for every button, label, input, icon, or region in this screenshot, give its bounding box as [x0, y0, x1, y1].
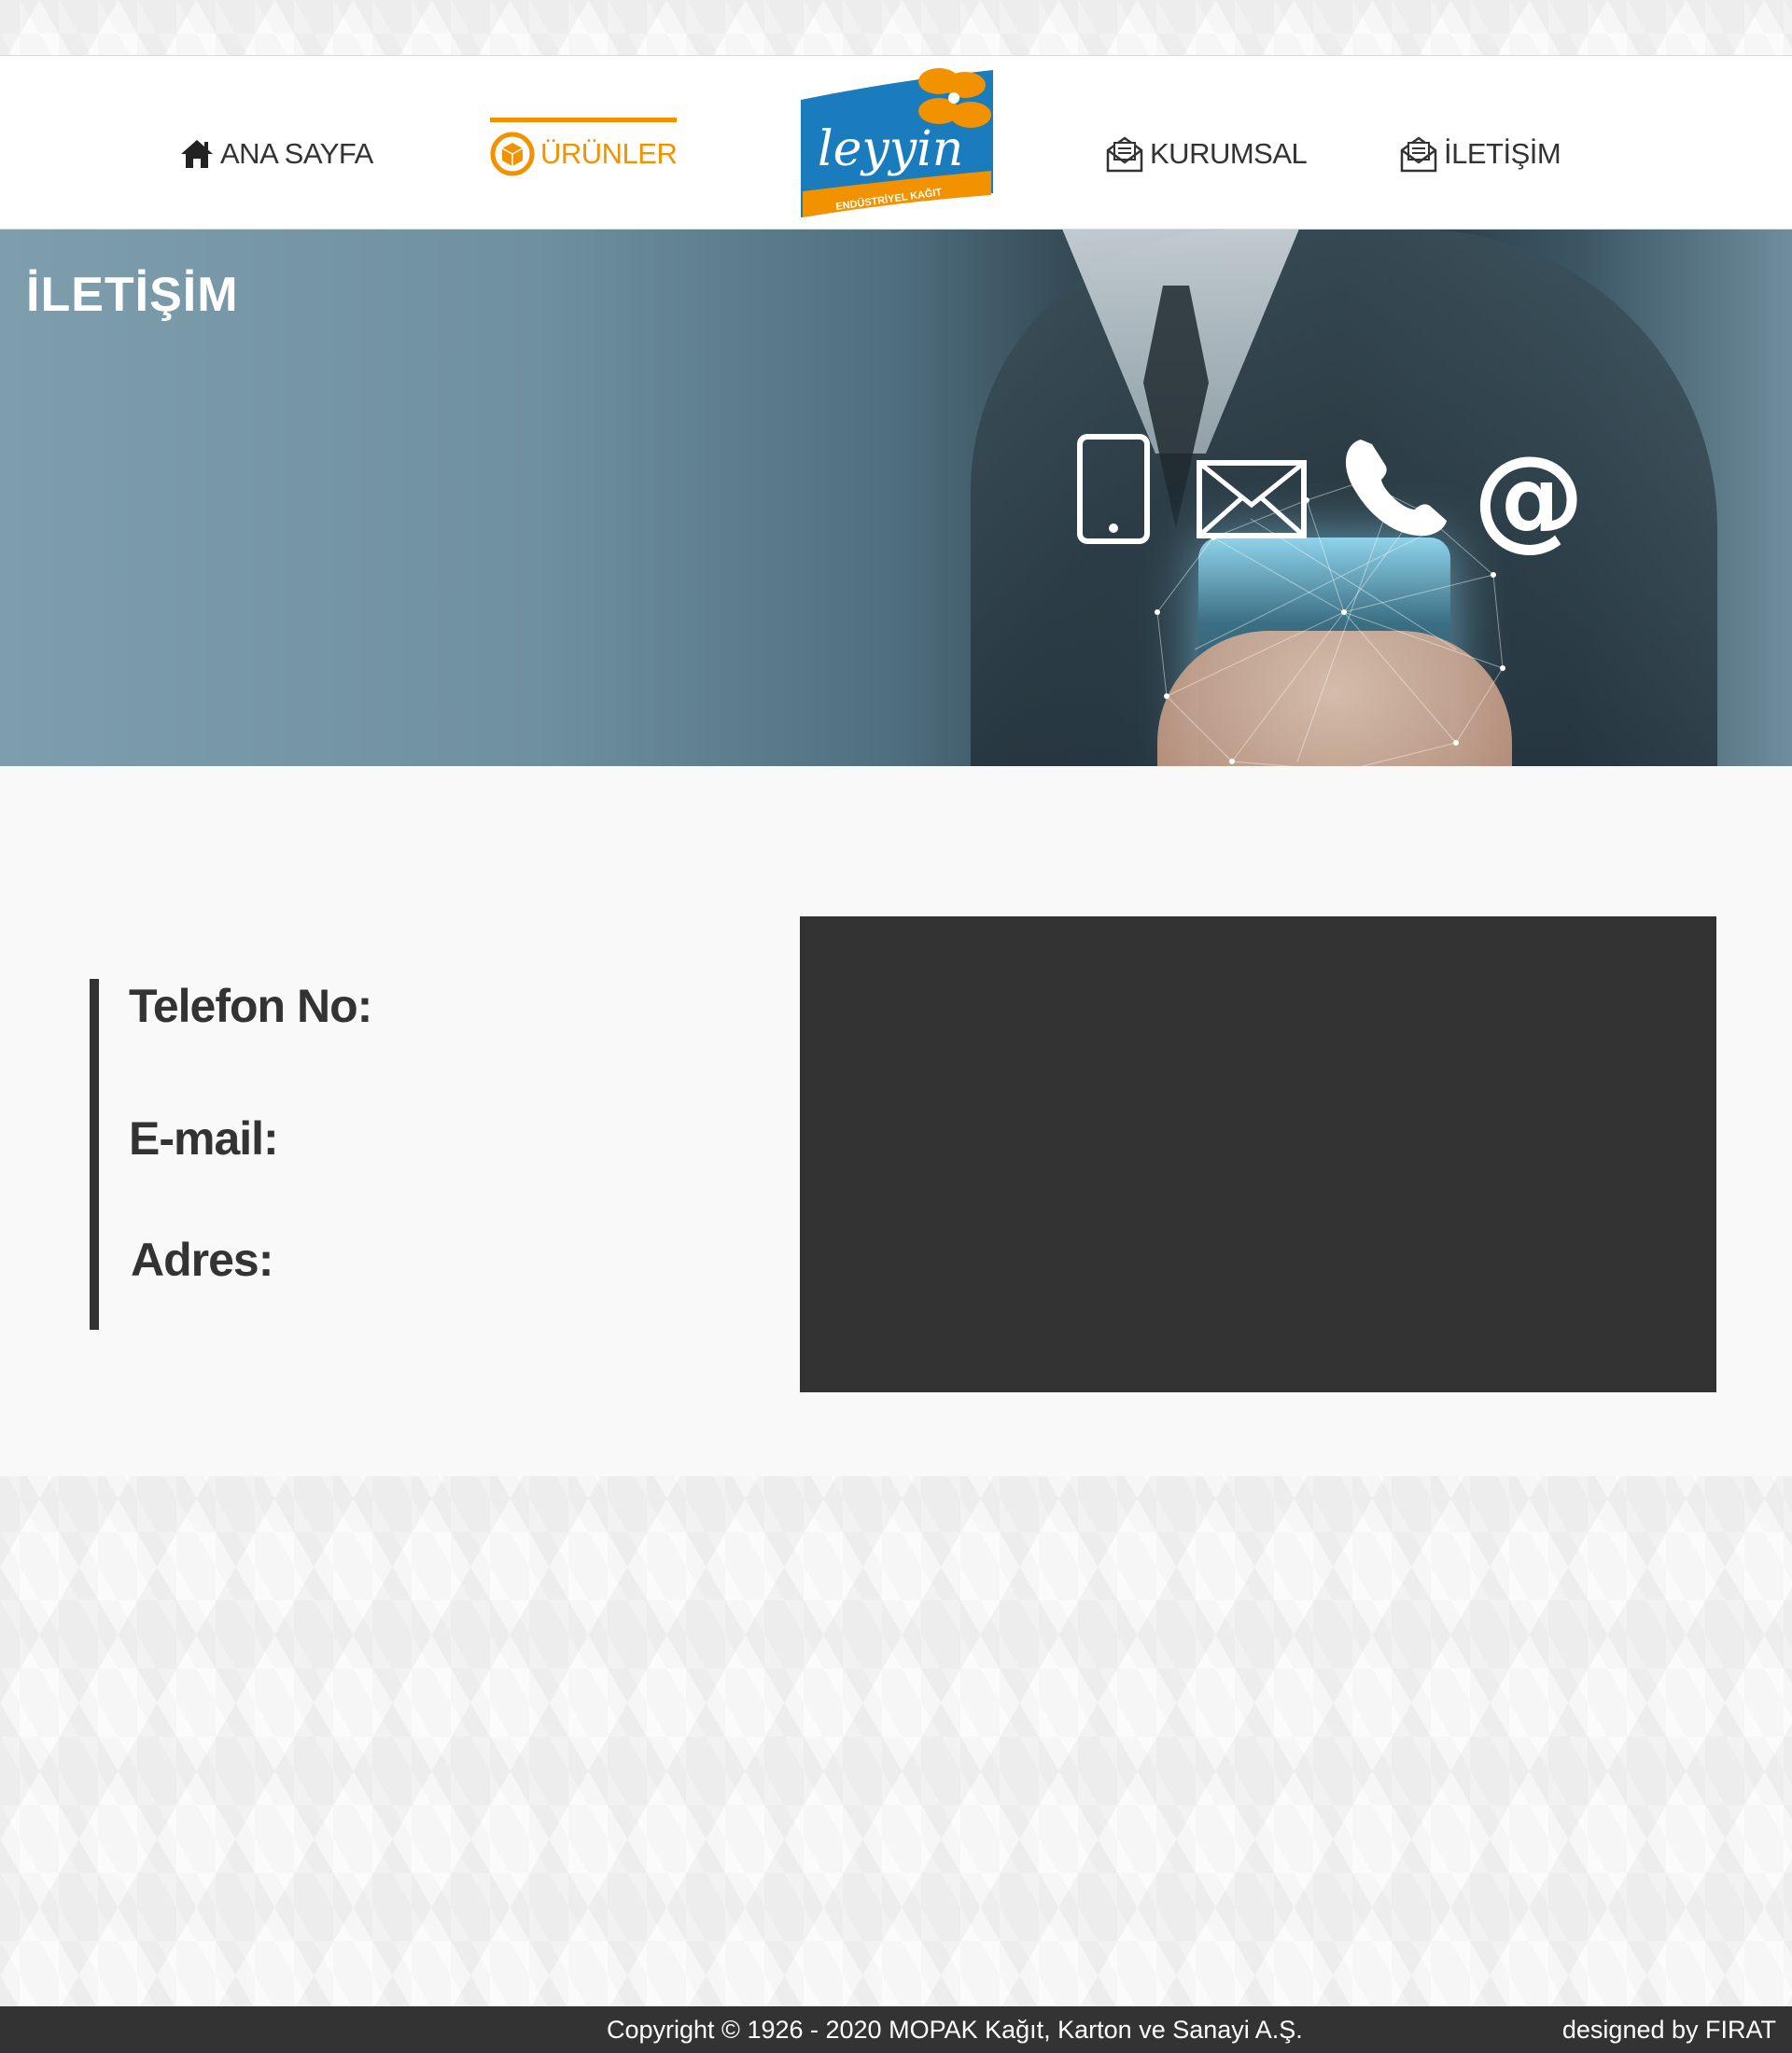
mobile-icon	[1077, 434, 1150, 544]
at-sign-icon: @	[1473, 433, 1585, 563]
phone-label: Telefon No:	[129, 980, 372, 1032]
nav-home-label: ANA SAYFA	[220, 137, 373, 170]
contact-section: Telefon No: E-mail: Adres:	[0, 766, 1792, 1476]
contact-info: Telefon No: E-mail: Adres:	[90, 979, 556, 1330]
nav-contact-label: İLETİŞİM	[1444, 137, 1561, 170]
svg-text:leyyin: leyyin	[818, 121, 963, 177]
nav-corporate-label: KURUMSAL	[1150, 137, 1308, 170]
nav-products-label: ÜRÜNLER	[540, 137, 678, 170]
nav-home[interactable]: ANA SAYFA	[179, 131, 373, 177]
nav-contact[interactable]: İLETİŞİM	[1399, 131, 1561, 177]
nav-products[interactable]: ÜRÜNLER	[490, 118, 678, 177]
contact-network-graphic: @	[1077, 433, 1585, 766]
copyright-text: Copyright © 1926 - 2020 MOPAK Kağıt, Kar…	[607, 2016, 1303, 2044]
box-icon	[490, 132, 535, 176]
hero-banner: @ İLETİŞİM	[0, 230, 1792, 766]
address-label: Adres:	[131, 1234, 273, 1286]
home-icon	[179, 138, 215, 170]
envelope-open-icon	[1399, 134, 1438, 174]
svg-text:@: @	[1473, 433, 1585, 563]
map-placeholder[interactable]	[800, 916, 1716, 1392]
designer-credit-link[interactable]: designed by FIRAT	[1562, 2016, 1776, 2045]
mail-icon	[1197, 460, 1307, 538]
brand-logo[interactable]: leyyin ENDÜSTRİYEL KAĞIT	[799, 63, 995, 219]
nav-corporate[interactable]: KURUMSAL	[1105, 131, 1308, 177]
email-label: E-mail:	[129, 1112, 279, 1165]
site-footer: Copyright © 1926 - 2020 MOPAK Kağıt, Kar…	[0, 2006, 1792, 2053]
phone-icon	[1345, 440, 1447, 537]
page-title: İLETİŞİM	[26, 268, 239, 322]
envelope-open-icon	[1105, 134, 1144, 174]
